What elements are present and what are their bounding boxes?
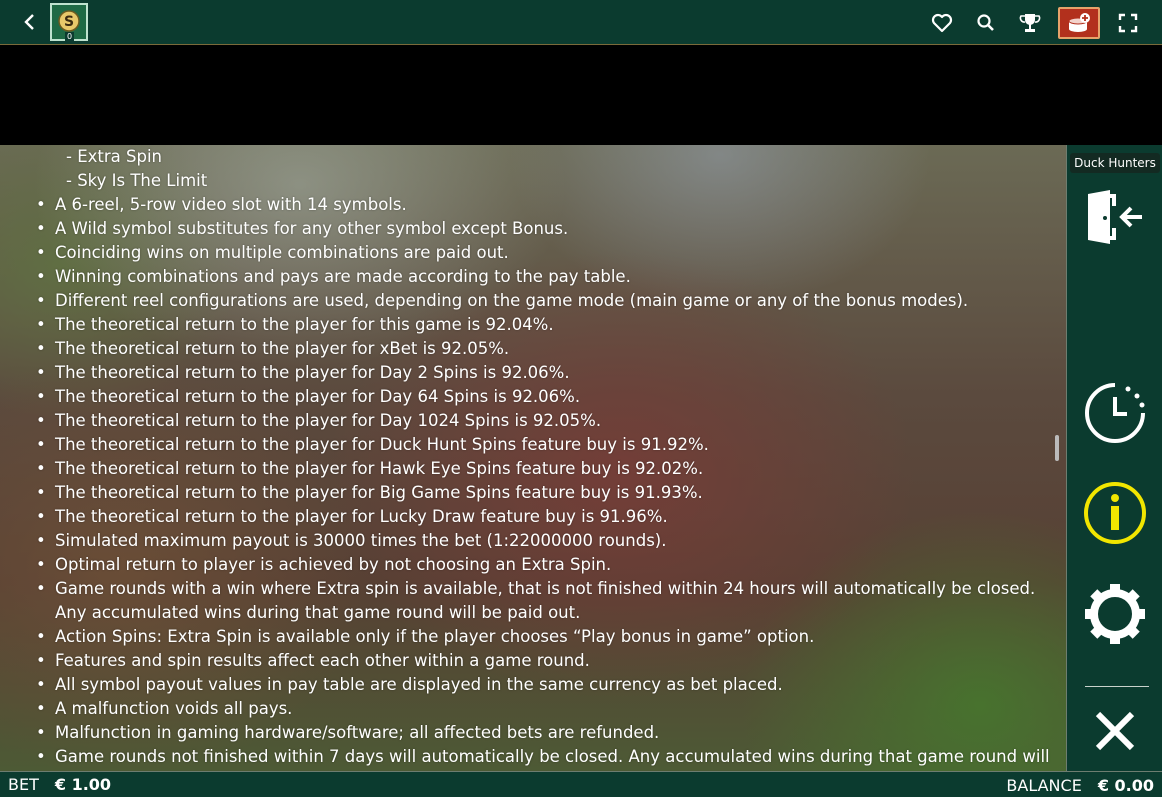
rule-item: - Extra Spin — [66, 147, 162, 166]
rules-list: - Extra Spin - Sky Is The Limit A 6-reel, … — [36, 145, 1050, 769]
close-icon — [1095, 711, 1135, 751]
balance-label: BALANCE — [1006, 775, 1082, 795]
settings-gear-icon — [1085, 584, 1145, 644]
rule-item: A 6-reel, 5-row video slot with 14 symbo… — [36, 193, 1046, 217]
balance-value: € 0.00 — [1097, 775, 1154, 795]
rule-item: The theoretical return to the player for… — [36, 505, 1046, 529]
rule-item: - Sky Is The Limit — [66, 171, 208, 190]
rule-item: Features and spin results affect each ot… — [36, 649, 1046, 673]
rule-item: Game rounds not finished within 7 days w… — [36, 745, 1050, 769]
rule-item: The theoretical return to the player for… — [36, 409, 1046, 433]
close-button[interactable] — [1083, 699, 1147, 763]
game-area-placeholder — [0, 45, 1162, 145]
app-logo[interactable]: S 0 — [50, 3, 88, 41]
logo-badge: 0 — [65, 32, 75, 41]
fullscreen-button[interactable] — [1106, 1, 1150, 45]
side-panel: Duck Hunters — [1066, 145, 1162, 771]
rule-item: Action Spins: Extra Spin is available on… — [36, 625, 1046, 649]
rule-item: The theoretical return to the player for… — [36, 433, 1046, 457]
rule-item: Simulated maximum payout is 30000 times … — [36, 529, 1046, 553]
rule-item: The theoretical return to the player for… — [36, 457, 1046, 481]
game-name-label: Duck Hunters — [1070, 153, 1160, 173]
side-divider — [1085, 686, 1149, 687]
settings-button[interactable] — [1083, 582, 1147, 646]
exit-icon — [1088, 190, 1142, 244]
search-icon — [977, 13, 994, 31]
scrollbar-thumb[interactable] — [1055, 435, 1059, 461]
rule-item: All symbol payout values in pay table ar… — [36, 673, 1046, 697]
bet-value: € 1.00 — [54, 775, 112, 794]
rule-item: Different reel configurations are used, … — [36, 289, 1046, 313]
search-button[interactable] — [964, 1, 1008, 45]
rules-panel[interactable]: - Extra Spin - Sky Is The Limit A 6-reel, … — [0, 145, 1066, 771]
back-button[interactable] — [18, 11, 40, 33]
exit-button[interactable] — [1083, 185, 1147, 249]
trophy-icon — [1019, 13, 1041, 32]
bet-label: BET — [8, 775, 39, 794]
rule-item: The theoretical return to the player for… — [36, 337, 1046, 361]
trophy-button[interactable] — [1008, 1, 1052, 45]
info-icon — [1084, 482, 1146, 544]
rule-item: Optimal return to player is achieved by … — [36, 553, 1046, 577]
info-button[interactable] — [1083, 481, 1147, 545]
rule-item: The theoretical return to the player for… — [36, 481, 1046, 505]
rule-item: The theoretical return to the player for… — [36, 361, 1046, 385]
rule-item: A Wild symbol substitutes for any other … — [36, 217, 1046, 241]
history-button[interactable] — [1083, 381, 1147, 445]
rule-item: Coinciding wins on multiple combinations… — [36, 241, 1046, 265]
back-icon — [24, 14, 34, 30]
balance-box: BALANCE € 0.00 — [1006, 772, 1154, 797]
bottom-bar: BET € 1.00 BALANCE € 0.00 — [0, 771, 1162, 797]
rule-item: The theoretical return to the player for… — [36, 385, 1046, 409]
rule-item: The theoretical return to the player for… — [36, 313, 1046, 337]
rule-item: Game rounds with a win where Extra spin … — [36, 577, 1046, 625]
rule-item: Malfunction in gaming hardware/software;… — [36, 721, 1046, 745]
fullscreen-icon — [1118, 13, 1138, 32]
heart-icon — [931, 13, 953, 32]
cashier-button[interactable] — [1058, 6, 1100, 39]
logo-letter: S — [64, 14, 74, 30]
rule-item: Winning combinations and pays are made a… — [36, 265, 1046, 289]
cashier-icon — [1068, 12, 1090, 32]
top-bar: S 0 — [0, 0, 1162, 45]
favorite-button[interactable] — [920, 1, 964, 45]
rule-item: A malfunction voids all pays. — [36, 697, 1046, 721]
history-clock-icon — [1085, 383, 1145, 443]
